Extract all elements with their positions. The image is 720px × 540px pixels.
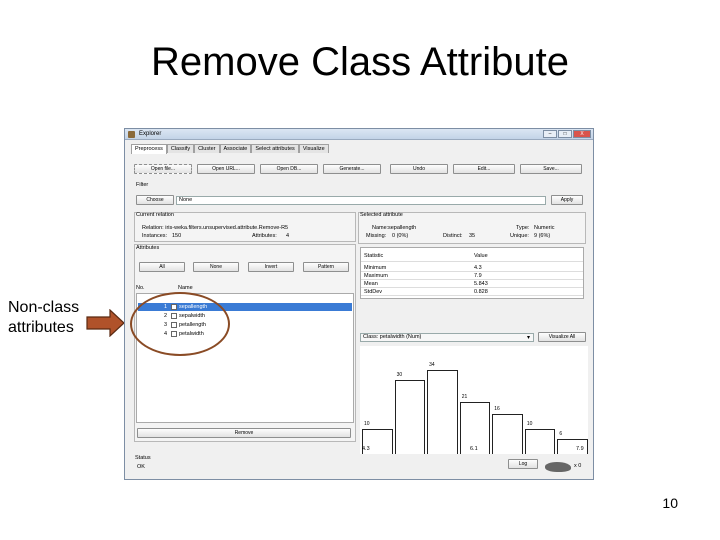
all-button[interactable]: All (139, 262, 185, 272)
sel-name-label: Name: (372, 225, 389, 231)
stat-row: Maximum 7.9 (361, 272, 583, 280)
chevron-down-icon[interactable]: ▾ (527, 334, 530, 341)
open-url-button[interactable]: Open URL... (197, 164, 255, 174)
stat-key: StdDev (364, 289, 383, 295)
hist-x-max: 7.9 (576, 446, 584, 452)
sel-type-value: Numeric (534, 225, 555, 231)
column-no-header: No. (136, 285, 145, 291)
stat-key: Minimum (364, 265, 387, 271)
tab-preprocess[interactable]: Preprocess (131, 144, 167, 154)
callout-label: Non-class attributes (8, 299, 80, 336)
tab-select-attributes[interactable]: Select attributes (251, 144, 299, 153)
open-db-button[interactable]: Open DB... (260, 164, 318, 174)
selected-attribute-label: Selected attribute (360, 212, 403, 218)
stat-value: 4.3 (474, 265, 482, 271)
histogram: 10 30 34 21 16 10 6 (360, 346, 588, 454)
histogram-bar (492, 414, 523, 454)
histogram-bar-label: 10 (364, 421, 370, 427)
sel-missing-value: 0 (0%) (392, 233, 409, 239)
tab-cluster[interactable]: Cluster (194, 144, 220, 153)
sel-unique-value: 9 (6%) (534, 233, 551, 239)
instances-value: 150 (172, 233, 182, 239)
status-value: OK (137, 464, 145, 470)
class-select[interactable]: Class: petalwidth (Num) (360, 333, 534, 342)
stat-row: Mean 5.843 (361, 280, 583, 288)
histogram-bar (394, 380, 426, 454)
histogram-bar-label: 34 (429, 362, 435, 368)
minimize-button[interactable]: – (543, 130, 557, 138)
tab-visualize[interactable]: Visualize (298, 144, 329, 153)
stat-header-statistic: Statistic (364, 253, 384, 259)
stat-header-row: Statistic Value (361, 250, 583, 262)
generate-button[interactable]: Generate... (323, 164, 381, 174)
close-button[interactable]: X (573, 130, 591, 138)
tab-strip: Preprocess Classify Cluster Associate Se… (131, 144, 329, 154)
log-button[interactable]: Log (508, 459, 538, 469)
histogram-bar-label: 10 (526, 421, 533, 427)
stat-value: 5.843 (474, 281, 488, 287)
stat-header-value: Value (474, 253, 488, 259)
maximize-button[interactable]: □ (558, 130, 572, 138)
stat-key: Maximum (364, 273, 388, 279)
title-bar: Explorer – □ X (125, 129, 593, 140)
edit-button[interactable]: Edit... (453, 164, 515, 174)
filter-field[interactable]: None (176, 196, 546, 205)
hist-x-min: 4.3 (362, 446, 370, 452)
arrow-right-icon (86, 309, 125, 337)
current-relation-label: Current relation (136, 212, 174, 218)
hist-x-mid: 6.1 (470, 446, 478, 452)
choose-button[interactable]: Choose (136, 195, 174, 205)
visualize-all-button[interactable]: Visualize All (538, 332, 586, 342)
histogram-bar-label: 30 (396, 372, 403, 378)
status-label: Status (135, 455, 151, 461)
invert-button[interactable]: Invert (248, 262, 294, 272)
slide-page-number: 10 (662, 495, 678, 511)
relation-line: Relation: iris-weka.filters.unsupervised… (142, 225, 289, 231)
weka-bird-icon (545, 462, 571, 472)
tab-classify[interactable]: Classify (166, 144, 195, 153)
stat-row: Minimum 4.3 (361, 264, 583, 272)
remove-button[interactable]: Remove (137, 428, 351, 438)
sel-distinct-label: Distinct: (443, 233, 463, 239)
histogram-bar (524, 429, 556, 454)
weka-app-icon (128, 131, 135, 138)
highlight-circle (130, 292, 230, 356)
stat-value: 7.9 (474, 273, 482, 279)
statistics-table: Statistic Value Minimum 4.3 Maximum 7.9 … (360, 247, 584, 299)
sel-missing-label: Missing: (366, 233, 387, 239)
attributes-count-value: 4 (286, 233, 290, 239)
attributes-count-label: Attributes: (252, 233, 277, 239)
histogram-bar-label: 21 (461, 394, 468, 400)
task-count: x 0 (574, 463, 582, 469)
histogram-bar-label: 16 (494, 406, 500, 412)
instances-label: Instances: (142, 233, 168, 239)
sel-unique-label: Unique: (510, 233, 529, 239)
undo-button[interactable]: Undo (390, 164, 448, 174)
sel-distinct-value: 35 (469, 233, 476, 239)
window-title: Explorer (139, 131, 162, 137)
attributes-label: Attributes (136, 245, 160, 251)
none-button[interactable]: None (193, 262, 239, 272)
apply-button[interactable]: Apply (551, 195, 583, 205)
tab-associate[interactable]: Associate (219, 144, 252, 153)
sel-name-value: sepallength (388, 225, 417, 231)
column-name-header: Name (178, 285, 193, 291)
stat-key: Mean (364, 281, 378, 287)
slide-title: Remove Class Attribute (151, 40, 569, 84)
pattern-button[interactable]: Pattern (303, 262, 349, 272)
stat-value: 0.828 (474, 289, 488, 295)
histogram-bar-label: 6 (559, 431, 563, 437)
save-button[interactable]: Save... (520, 164, 582, 174)
open-file-button[interactable]: Open file... (134, 164, 192, 174)
sel-type-label: Type: (516, 225, 530, 231)
filter-label: Filter (136, 182, 149, 188)
stat-row: StdDev 0.828 (361, 288, 583, 296)
histogram-bar (427, 370, 458, 454)
